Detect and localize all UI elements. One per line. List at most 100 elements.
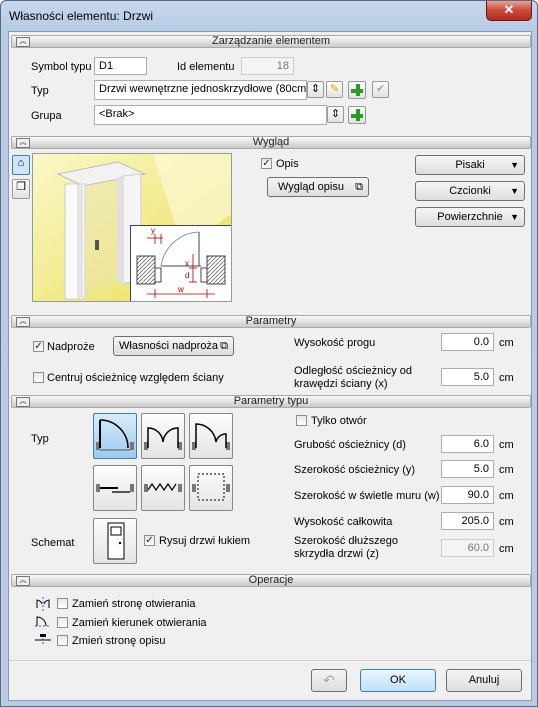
frame-distance-label-1: Odległość ościeżnicy od — [294, 365, 413, 377]
swap-opening-side-checkbox[interactable] — [57, 598, 68, 609]
surfaces-button[interactable]: Powierzchnie ▼ — [415, 207, 525, 227]
long-leaf-width-unit: cm — [499, 543, 514, 555]
door-type-unequal-double[interactable] — [189, 413, 233, 459]
check-icon: ✓ — [262, 158, 271, 169]
chevron-down-icon: ⇕ — [330, 108, 341, 120]
type-select[interactable]: Drzwi wewnętrzne jednoskrzydłowe (80cm x — [94, 80, 307, 100]
center-frame-checkbox[interactable] — [33, 372, 44, 383]
check-icon: ✓ — [145, 535, 154, 546]
group-label: Grupa — [31, 110, 62, 122]
section-management-header[interactable]: ︽ Zarządzanie elementem — [11, 35, 531, 48]
dim-label-w: w — [177, 285, 184, 294]
section-appearance-header[interactable]: ︽ Wygląd — [11, 136, 531, 149]
swap-opening-direction-checkbox[interactable] — [57, 617, 68, 628]
dialog-client-area: ︽ Zarządzanie elementem Symbol typu D1 I… — [8, 31, 532, 701]
dim-label-d: d — [185, 271, 189, 280]
dim-label-x: x — [185, 259, 189, 268]
symbol-input[interactable]: D1 — [94, 57, 147, 75]
cube-icon: ❒ — [16, 181, 26, 193]
door-type-folding[interactable] — [141, 465, 185, 511]
threshold-input[interactable]: 0.0 — [441, 333, 494, 351]
swap-opening-side-label: Zamień stronę otwierania — [72, 598, 196, 610]
dim-label-y: y — [151, 226, 155, 235]
door-type-sliding[interactable] — [93, 465, 137, 511]
surfaces-label: Powierzchnie — [437, 211, 503, 223]
swap-description-side-checkbox[interactable] — [57, 635, 68, 646]
schema-label: Schemat — [31, 537, 75, 549]
wall-opening-width-input[interactable]: 90.0 — [441, 486, 494, 504]
frame-width-input[interactable]: 5.0 — [441, 460, 494, 478]
group-add-button[interactable] — [348, 106, 366, 124]
title-bar[interactable]: Własności elementu: Drzwi ✕ — [1, 1, 537, 31]
door-type-single-swing[interactable] — [93, 413, 137, 459]
section-type-parameters-header[interactable]: ︽ Parametry typu — [11, 395, 531, 408]
schema-preview-button[interactable] — [93, 518, 137, 564]
fonts-button[interactable]: Czcionki ▼ — [415, 181, 525, 201]
type-add-button[interactable] — [348, 81, 366, 99]
door-plan-drawing: y x d w — [136, 226, 226, 298]
swap-opening-direction-icon — [35, 616, 51, 627]
door-preview: y x d w — [32, 153, 232, 302]
lintel-checkbox[interactable]: ✓ — [33, 341, 44, 352]
undo-icon: ↶ — [323, 672, 335, 688]
view-3d-tab[interactable]: ❒ — [12, 179, 30, 199]
swap-description-side-label: Zmień stronę opisu — [72, 635, 166, 647]
draw-arc-checkbox[interactable]: ✓ — [144, 535, 155, 546]
door-type-opening-only[interactable] — [189, 465, 233, 511]
swap-opening-side-icon — [36, 597, 50, 611]
section-parameters-header[interactable]: ︽ Parametry — [11, 315, 531, 328]
total-height-label: Wysokość całkowita — [294, 516, 393, 528]
opening-only-checkbox[interactable] — [296, 415, 307, 426]
close-button[interactable]: ✕ — [486, 1, 532, 21]
id-field: 18 — [241, 57, 294, 75]
section-appearance-title: Wygląd — [252, 136, 290, 148]
description-checkbox[interactable]: ✓ — [261, 158, 272, 169]
long-leaf-label-1: Szerokość dłuższego — [294, 535, 398, 547]
section-operations-header[interactable]: ︽ Operacje — [11, 574, 531, 587]
undo-button[interactable]: ↶ — [311, 669, 347, 692]
threshold-label: Wysokość progu — [294, 337, 376, 349]
type-dropdown-button[interactable]: ⇕ — [307, 81, 324, 98]
door-type-double-swing[interactable] — [141, 413, 185, 459]
frame-distance-unit: cm — [499, 372, 514, 384]
window-title: Własności elementu: Drzwi — [9, 9, 154, 23]
section-management-title: Zarządzanie elementem — [211, 35, 330, 47]
description-look-button[interactable]: Wygląd opisu ⧉ — [267, 177, 369, 197]
frame-width-unit: cm — [499, 464, 514, 476]
door-plan-inset: y x d w — [130, 225, 231, 301]
folding-door-icon — [144, 482, 182, 492]
lintel-properties-button[interactable]: Własności nadproża ⧉ — [113, 336, 234, 356]
chevron-down-icon: ⇕ — [310, 83, 321, 95]
long-leaf-label-2: skrzydła drzwi (z) — [294, 548, 379, 560]
ok-label: OK — [390, 674, 406, 686]
frame-distance-input[interactable]: 5.0 — [441, 368, 494, 386]
type-edit-button[interactable]: ✎ — [326, 81, 343, 98]
pens-button[interactable]: Pisaki ▼ — [415, 155, 525, 175]
section-operations-title: Operacje — [248, 574, 294, 586]
pens-label: Pisaki — [455, 159, 485, 171]
group-select[interactable]: <Brak> — [94, 105, 327, 125]
ok-button[interactable]: OK — [360, 669, 436, 692]
popup-icon: ⧉ — [355, 181, 363, 193]
total-height-input[interactable]: 205.0 — [441, 512, 494, 530]
type-accept-button[interactable]: ✔ — [372, 81, 389, 98]
pencil-icon: ✎ — [329, 83, 340, 95]
fonts-label: Czcionki — [449, 185, 491, 197]
total-height-unit: cm — [499, 516, 514, 528]
cancel-label: Anuluj — [468, 674, 500, 686]
chevron-down-icon: ▼ — [510, 186, 519, 196]
description-label: Opis — [276, 158, 299, 170]
section-parameters-title: Parametry — [245, 315, 297, 327]
group-dropdown-button[interactable]: ⇕ — [327, 106, 344, 123]
frame-thickness-input[interactable]: 6.0 — [441, 435, 494, 453]
swap-description-side-icon — [35, 634, 51, 646]
cancel-button[interactable]: Anuluj — [446, 669, 522, 692]
wall-opening-width-label: Szerokość w świetle muru (w) — [294, 490, 440, 502]
lintel-label: Nadproże — [47, 341, 95, 353]
view-2d-tab[interactable]: ⌂ — [12, 155, 30, 175]
id-label: Id elementu — [177, 61, 235, 73]
close-icon: ✕ — [503, 2, 515, 17]
long-leaf-width-input: 60.0 — [441, 539, 494, 557]
frame-distance-label-2: krawędzi ściany (x) — [294, 378, 388, 390]
frame-width-label: Szerokość ościeżnicy (y) — [294, 464, 416, 476]
